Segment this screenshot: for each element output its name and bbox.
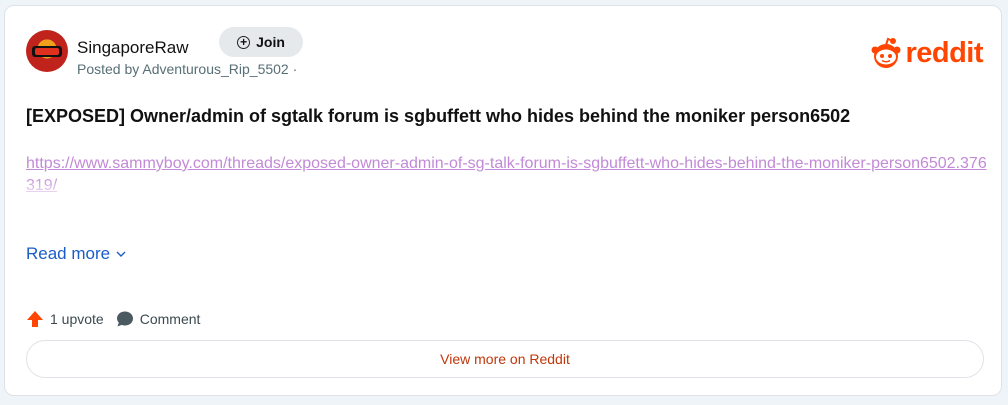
reddit-logo[interactable]: reddit	[869, 36, 983, 70]
post-link[interactable]: https://www.sammyboy.com/threads/exposed…	[26, 153, 988, 197]
plus-circle-icon: +	[237, 35, 251, 49]
read-more-label: Read more	[26, 244, 111, 263]
snoo-icon	[871, 37, 901, 68]
join-button[interactable]: + Join	[219, 27, 303, 57]
upvote-count: 1 upvote	[50, 311, 104, 327]
view-more-button[interactable]: View more on Reddit	[26, 340, 984, 378]
comment-label: Comment	[139, 311, 201, 327]
reddit-embed-card: SingaporeRaw + Join Posted by Adventurou…	[4, 5, 1002, 396]
view-more-label: View more on Reddit	[440, 351, 570, 367]
reddit-wordmark: reddit	[905, 36, 983, 69]
upvote-arrow-icon	[27, 311, 43, 327]
join-label: Join	[256, 34, 285, 50]
subreddit-name[interactable]: SingaporeRaw	[77, 38, 189, 58]
post-title[interactable]: [EXPOSED] Owner/admin of sgtalk forum is…	[26, 106, 850, 127]
comment-button[interactable]: Comment	[116, 310, 201, 328]
upvote-button[interactable]: 1 upvote	[26, 310, 104, 328]
chevron-down-icon	[116, 251, 126, 257]
read-more-button[interactable]: Read more	[26, 244, 126, 264]
subreddit-avatar[interactable]	[26, 30, 68, 72]
comment-bubble-icon	[116, 311, 133, 327]
post-actions: 1 upvote Comment	[26, 310, 212, 328]
posted-by[interactable]: Posted by Adventurous_Rip_5502 ·	[77, 61, 297, 77]
